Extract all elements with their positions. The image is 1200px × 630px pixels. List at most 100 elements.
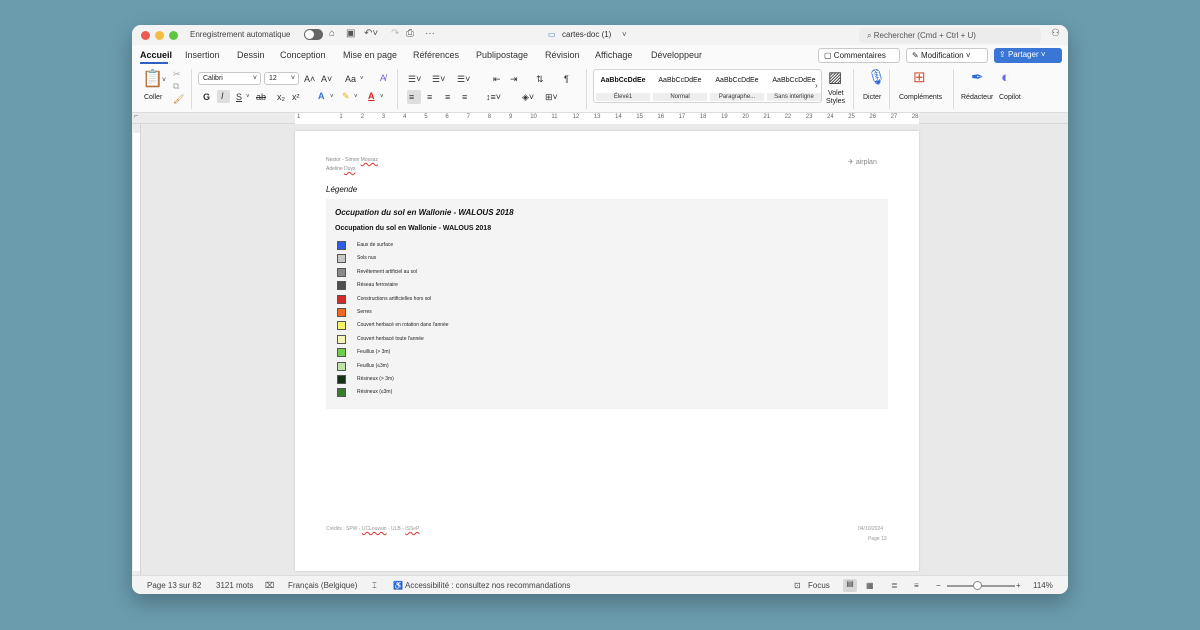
chevron-down-icon[interactable]: ˅	[380, 92, 384, 102]
vertical-ruler-scale[interactable]	[133, 133, 140, 571]
align-right-icon[interactable]: ≡	[445, 92, 450, 102]
tab-accueil[interactable]: Accueil	[140, 50, 172, 60]
comments-button[interactable]: ▢ Commentaires	[818, 48, 900, 63]
tab-affichage[interactable]: Affichage	[595, 50, 632, 60]
format-painter-icon[interactable]: 🖌	[173, 94, 184, 104]
style-sans-interligne[interactable]: AaBbCcDdEe Sans interligne	[767, 72, 821, 102]
style-normal[interactable]: AaBbCcDdEe Normal	[653, 72, 707, 102]
style-eleve1[interactable]: AaBbCcDdEe Élevé1	[596, 72, 650, 102]
proofing-icon[interactable]: ⌧	[265, 581, 274, 590]
align-center-icon[interactable]: ≡	[427, 92, 432, 102]
minimize-window-icon[interactable]	[155, 31, 164, 40]
align-left-icon[interactable]: ≡	[407, 90, 421, 104]
styles-pane-icon[interactable]: ▨	[828, 70, 842, 86]
save-icon[interactable]: ▣	[346, 28, 355, 40]
numbering-icon[interactable]: ☰˅	[432, 74, 445, 84]
font-color-icon[interactable]: A	[368, 91, 375, 101]
chevron-down-icon[interactable]: ˅	[360, 74, 364, 84]
chevron-down-icon[interactable]: ˅	[622, 29, 627, 41]
print-layout-icon[interactable]: ▤	[843, 579, 857, 592]
addins-label[interactable]: Compléments	[899, 94, 942, 101]
tab-mise-en-page[interactable]: Mise en page	[343, 50, 397, 60]
word-count[interactable]: 3121 mots	[216, 581, 253, 590]
document-page[interactable]: Nestor - Simon Mossaz Adeline Duys ✈ air…	[295, 131, 919, 571]
multilevel-list-icon[interactable]: ☰˅	[457, 74, 470, 84]
editing-mode-button[interactable]: ✎ Modification ˅	[906, 48, 988, 63]
editor-label[interactable]: Rédacteur	[961, 94, 993, 101]
increase-indent-icon[interactable]: ⇥	[510, 74, 518, 84]
zoom-slider-handle[interactable]	[973, 581, 982, 590]
decrease-indent-icon[interactable]: ⇤	[493, 74, 501, 84]
subscript-button[interactable]: x₂	[277, 92, 285, 102]
web-layout-icon[interactable]: ▦	[866, 581, 874, 590]
chevron-right-icon[interactable]: ›	[815, 81, 818, 91]
tab-conception[interactable]: Conception	[280, 50, 326, 60]
paste-icon[interactable]: 📋	[142, 70, 163, 88]
tab-developpeur[interactable]: Développeur	[651, 50, 702, 60]
search-box[interactable]: ⌕ Rechercher (Cmd + Ctrl + U)	[859, 28, 1041, 43]
page-count[interactable]: Page 13 sur 82	[147, 581, 201, 590]
tab-revision[interactable]: Révision	[545, 50, 580, 60]
copy-icon[interactable]: ⧉	[173, 81, 179, 91]
shrink-font-button[interactable]: A˅	[321, 74, 332, 84]
language-indicator[interactable]: Français (Belgique)	[288, 581, 357, 590]
tab-selector-icon[interactable]: ⌐	[134, 113, 138, 120]
font-name-dropdown[interactable]: Calibri ˅	[198, 72, 261, 85]
autosave-toggle[interactable]	[304, 29, 323, 40]
draft-icon[interactable]: ≣	[891, 581, 898, 590]
styles-pane-label-1[interactable]: Volet	[828, 90, 844, 97]
underline-button[interactable]: S	[236, 92, 242, 102]
focus-icon[interactable]: ⊡	[794, 581, 801, 590]
ruler-scale[interactable]: 1 1 2 3 4 5 6 7 8 9 10 11 12 13 14 15 16 17 18 19 20 21 22 23 24…	[295, 113, 919, 124]
highlight-icon[interactable]: ✎	[342, 91, 350, 101]
print-icon[interactable]: ⎙	[406, 28, 414, 40]
paragraph-mark-icon[interactable]: ¶	[564, 74, 569, 84]
styles-pane-label-2[interactable]: Styles	[826, 98, 845, 105]
grow-font-button[interactable]: A˄	[304, 74, 315, 84]
line-spacing-icon[interactable]: ↕≡˅	[486, 92, 501, 102]
change-case-button[interactable]: Aa	[345, 74, 356, 84]
superscript-button[interactable]: x²	[292, 92, 300, 102]
focus-button[interactable]: Focus	[808, 581, 830, 590]
borders-icon[interactable]: ⊞˅	[545, 92, 558, 102]
microphone-icon[interactable]: 🎙	[867, 70, 886, 86]
cut-icon[interactable]: ✂	[173, 69, 181, 79]
zoom-in-button[interactable]: +	[1016, 581, 1021, 590]
share-people-icon[interactable]: ⚇	[1051, 28, 1060, 40]
sort-icon[interactable]: ⇅	[536, 74, 544, 84]
text-predictions-icon[interactable]: ⌶	[372, 581, 377, 591]
accessibility-icon[interactable]: ♿	[393, 581, 403, 590]
style-paragraphe[interactable]: AaBbCcDdEe Paragraphe...	[710, 72, 764, 102]
tab-insertion[interactable]: Insertion	[185, 50, 220, 60]
dictate-label[interactable]: Dicter	[863, 94, 881, 101]
home-icon[interactable]: ⌂	[329, 28, 335, 40]
chevron-down-icon[interactable]: ˅	[330, 92, 334, 102]
copilot-icon[interactable]: ◐	[1001, 70, 1010, 86]
font-size-dropdown[interactable]: 12 ˅	[264, 72, 299, 85]
accessibility-status[interactable]: Accessibilité : consultez nos recommanda…	[405, 581, 570, 590]
bullets-icon[interactable]: ☰˅	[408, 74, 421, 84]
zoom-window-icon[interactable]	[169, 31, 178, 40]
tab-publipostage[interactable]: Publipostage	[476, 50, 528, 60]
outline-icon[interactable]: ≡	[914, 581, 919, 590]
tab-references[interactable]: Références	[413, 50, 459, 60]
paste-dropdown-icon[interactable]: ˅	[162, 76, 166, 86]
text-effects-icon[interactable]: A	[318, 91, 325, 101]
close-window-icon[interactable]	[141, 31, 150, 40]
zoom-level[interactable]: 114%	[1033, 581, 1053, 590]
clear-formatting-icon[interactable]: A̸	[380, 73, 386, 83]
justify-icon[interactable]: ≡	[462, 92, 467, 102]
document-title[interactable]: cartes-doc (1)	[562, 30, 611, 39]
more-icon[interactable]: ···	[425, 28, 435, 40]
redo-icon[interactable]: ↷	[391, 28, 399, 40]
strikethrough-button[interactable]: ab	[256, 92, 266, 102]
zoom-out-button[interactable]: −	[936, 581, 941, 590]
undo-icon[interactable]: ↶˅	[364, 28, 378, 40]
shading-icon[interactable]: ◈˅	[522, 92, 534, 102]
bold-button[interactable]: G	[203, 92, 210, 102]
chevron-down-icon[interactable]: ˅	[246, 92, 250, 102]
editor-icon[interactable]: ✒	[971, 70, 984, 86]
tab-dessin[interactable]: Dessin	[237, 50, 265, 60]
share-button[interactable]: ⇪ Partager ˅	[994, 48, 1062, 63]
addins-icon[interactable]: ⊞	[913, 70, 926, 86]
